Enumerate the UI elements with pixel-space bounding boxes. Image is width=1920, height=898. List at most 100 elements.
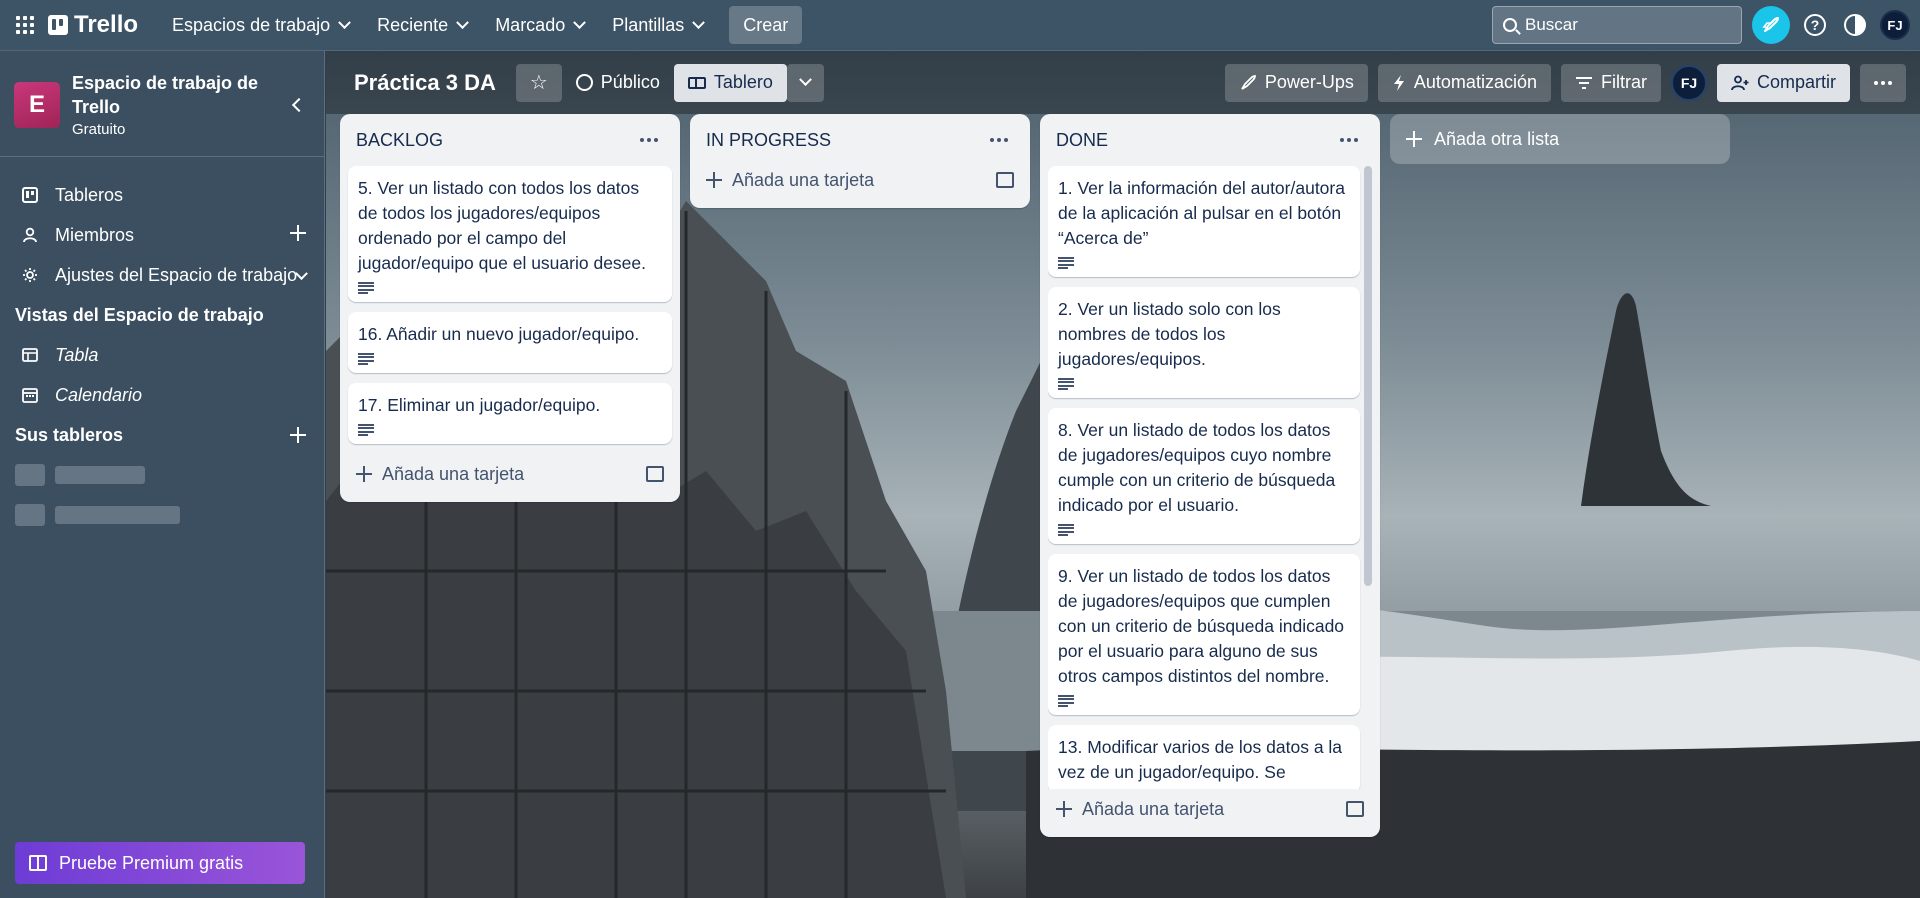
add-card-label: Añada una tarjeta	[732, 169, 875, 190]
card[interactable]: 1. Ver la información del autor/autora d…	[1048, 166, 1360, 277]
visibility-label: Público	[600, 72, 660, 92]
card[interactable]: 5. Ver un listado con todos los datos de…	[348, 166, 672, 302]
sidebar-item-members[interactable]: Miembros	[0, 215, 324, 255]
create-button[interactable]: Crear	[729, 6, 803, 44]
list-title[interactable]: BACKLOG	[356, 130, 634, 151]
chevron-down-icon	[692, 15, 706, 29]
plus-icon	[1406, 131, 1422, 147]
card[interactable]: 16. Añadir un nuevo jugador/equipo.	[348, 312, 672, 373]
automation-button[interactable]: Automatización	[1377, 63, 1551, 102]
workspace-sidebar: E Espacio de trabajo de Trello Gratuito …	[0, 51, 325, 898]
account-avatar[interactable]: FJ	[1880, 10, 1910, 40]
app-switcher-icon[interactable]	[10, 10, 40, 40]
card-title: 13. Modificar varios de los datos a la v…	[1058, 737, 1343, 782]
power-ups-label: Power-Ups	[1264, 72, 1354, 92]
list-in-progress: IN PROGRESS Añada una tarjeta	[690, 114, 1030, 208]
workspace-badge: E	[14, 81, 60, 128]
sidebar-item-boards[interactable]: Tableros	[0, 175, 324, 215]
board-view-button[interactable]: Tablero	[673, 63, 787, 102]
workspace-plan: Gratuito	[72, 121, 126, 138]
power-ups-button[interactable]: Power-Ups	[1224, 63, 1368, 102]
card[interactable]: 8. Ver un listado de todos los datos de …	[1048, 408, 1360, 544]
menu-workspaces-label: Espacios de trabajo	[172, 14, 331, 35]
more-options-icon	[640, 138, 658, 142]
card[interactable]: 2. Ver un listado solo con los nombres d…	[1048, 287, 1360, 398]
plus-icon	[290, 225, 306, 241]
board-title[interactable]: Práctica 3 DA	[354, 70, 496, 96]
list-cards-scroll[interactable]: 1. Ver la información del autor/autora d…	[1048, 166, 1372, 789]
workspace-name[interactable]: Espacio de trabajo de Trello	[72, 71, 284, 119]
add-card-button[interactable]: Añada una tarjeta	[1048, 789, 1372, 829]
search-box[interactable]	[1492, 6, 1742, 44]
description-icon	[1058, 524, 1074, 536]
board-header: Práctica 3 DA ☆ Público Tablero Power-Up…	[326, 51, 1920, 114]
add-member-button[interactable]	[290, 225, 306, 246]
add-card-button[interactable]: Añada una tarjeta	[698, 160, 1022, 200]
card[interactable]: 9. Ver un listado de todos los datos de …	[1048, 554, 1360, 715]
star-board-button[interactable]: ☆	[515, 63, 562, 102]
board-menu-button[interactable]	[1860, 63, 1906, 102]
help-icon: ?	[1804, 14, 1826, 36]
more-options-icon	[1340, 138, 1358, 142]
search-input[interactable]	[1525, 15, 1725, 35]
description-icon	[1058, 378, 1074, 390]
add-person-icon	[1731, 75, 1749, 90]
description-icon	[358, 353, 374, 365]
list-title[interactable]: IN PROGRESS	[706, 130, 984, 151]
filter-button[interactable]: Filtrar	[1560, 63, 1661, 102]
create-board-button[interactable]	[290, 427, 306, 448]
description-icon	[1058, 695, 1074, 707]
workspace-views-heading: Vistas del Espacio de trabajo	[15, 304, 264, 325]
view-switcher-dropdown[interactable]	[786, 63, 824, 102]
board-member-avatar[interactable]: FJ	[1670, 64, 1707, 101]
rocket-icon	[1762, 17, 1779, 32]
card-title: 2. Ver un listado solo con los nombres d…	[1058, 299, 1281, 369]
add-card-label: Añada una tarjeta	[1082, 798, 1225, 819]
list-title[interactable]: DONE	[1056, 130, 1334, 151]
person-icon	[20, 225, 40, 245]
sidebar-item-settings[interactable]: Ajustes del Espacio de trabajo	[0, 255, 324, 295]
sidebar-item-label: Calendario	[55, 384, 143, 405]
help-button[interactable]: ?	[1800, 10, 1830, 40]
try-premium-label: Pruebe Premium gratis	[59, 852, 244, 873]
collapse-sidebar-button[interactable]	[284, 92, 310, 118]
try-premium-button[interactable]: Pruebe Premium gratis	[15, 842, 305, 884]
card-template-icon[interactable]	[646, 466, 664, 482]
visibility-button[interactable]: Público	[562, 64, 674, 102]
list-actions-button[interactable]	[984, 132, 1014, 148]
card-title: 5. Ver un listado con todos los datos de…	[358, 178, 646, 273]
board-header-actions: Power-Ups Automatización Filtrar FJ Comp…	[1224, 63, 1906, 102]
sidebar-item-table[interactable]: Tabla	[0, 335, 324, 375]
menu-starred[interactable]: Marcado	[483, 8, 596, 42]
menu-recent[interactable]: Reciente	[365, 8, 479, 42]
table-icon	[20, 345, 40, 365]
gear-icon	[20, 265, 40, 285]
list-actions-button[interactable]	[634, 132, 664, 148]
trello-logo[interactable]: Trello	[48, 11, 138, 39]
share-button[interactable]: Compartir	[1716, 63, 1850, 102]
menu-templates[interactable]: Plantillas	[600, 8, 715, 42]
plus-icon	[1056, 801, 1072, 817]
chevron-down-icon	[799, 73, 812, 87]
card-template-icon[interactable]	[1346, 801, 1364, 817]
card-template-icon[interactable]	[996, 172, 1014, 188]
menu-workspaces[interactable]: Espacios de trabajo	[160, 8, 361, 42]
card-title: 17. Eliminar un jugador/equipo.	[358, 395, 601, 415]
description-icon	[358, 282, 374, 294]
sidebar-item-calendar[interactable]: Calendario	[0, 375, 324, 415]
add-card-button[interactable]: Añada una tarjeta	[348, 454, 672, 494]
card[interactable]: 17. Eliminar un jugador/equipo.	[348, 383, 672, 444]
your-boards-heading-label: Sus tableros	[15, 424, 124, 445]
list-done: DONE 1. Ver la información del autor/aut…	[1040, 114, 1380, 837]
list-header: IN PROGRESS	[698, 114, 1022, 166]
add-card-label: Añada una tarjeta	[382, 463, 525, 484]
notifications-rocket-button[interactable]	[1752, 6, 1790, 44]
card[interactable]: 13. Modificar varios de los datos a la v…	[1048, 725, 1360, 789]
globe-icon	[575, 74, 593, 91]
settings-expand-chevron[interactable]	[295, 265, 308, 286]
workspace-header: E Espacio de trabajo de Trello Gratuito	[0, 51, 324, 157]
add-list-button[interactable]: Añada otra lista	[1390, 114, 1730, 164]
list-actions-button[interactable]	[1334, 132, 1364, 148]
chevron-down-icon	[338, 15, 352, 29]
theme-toggle-button[interactable]	[1840, 10, 1870, 40]
